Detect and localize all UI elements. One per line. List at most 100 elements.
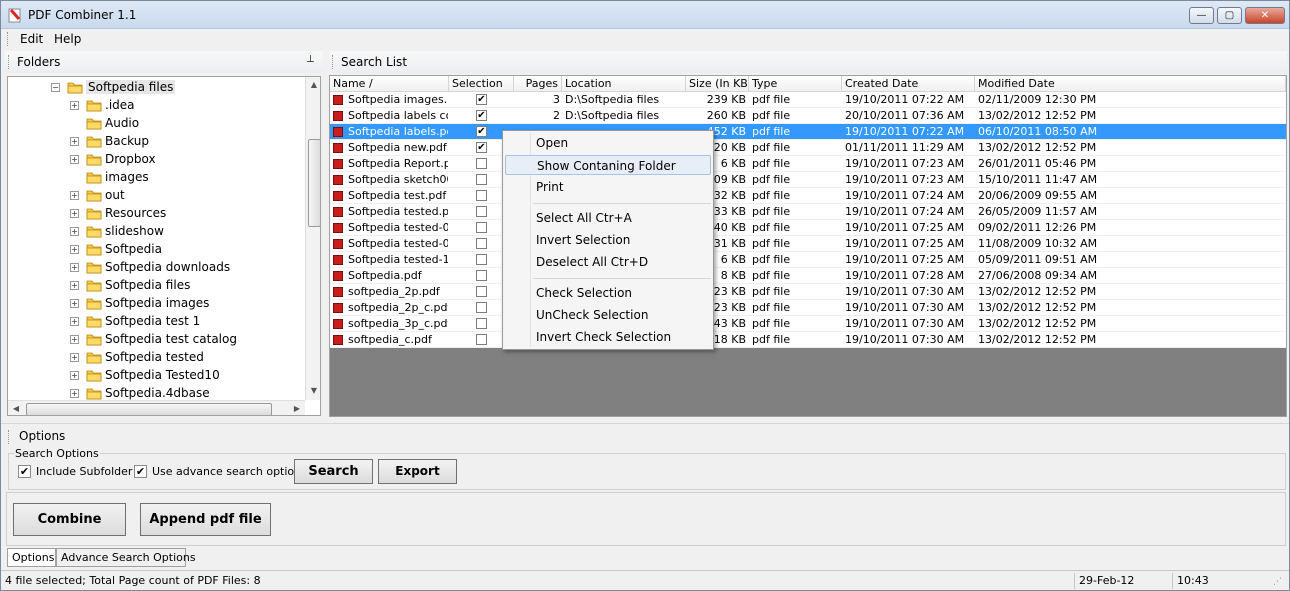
expand-icon[interactable]: + xyxy=(70,281,79,290)
row-selection-checkbox[interactable]: ✔ xyxy=(476,110,487,121)
column-header-location[interactable]: Location xyxy=(562,76,686,92)
row-selection-checkbox[interactable] xyxy=(476,270,487,281)
resize-grip-icon[interactable]: ⋰ xyxy=(1269,575,1285,589)
file-grid[interactable]: Name / Selection Pages Location Size (In… xyxy=(329,75,1287,417)
column-header-name[interactable]: Name / xyxy=(330,76,449,92)
context-menu-item[interactable]: Open xyxy=(505,133,711,153)
tree-vertical-scrollbar[interactable]: ▲ ▼ xyxy=(305,77,320,400)
row-selection-checkbox[interactable] xyxy=(476,254,487,265)
column-header-created[interactable]: Created Date xyxy=(842,76,975,92)
context-menu-item[interactable]: Check Selection xyxy=(505,283,711,303)
expand-icon[interactable]: + xyxy=(70,317,79,326)
expand-icon[interactable]: + xyxy=(70,155,79,164)
row-selection-checkbox[interactable] xyxy=(476,286,487,297)
tree-item[interactable]: Audio xyxy=(8,115,305,133)
scroll-right-icon[interactable]: ▶ xyxy=(289,401,305,415)
tree-item[interactable]: + Softpedia test 1 xyxy=(8,313,305,331)
expand-icon[interactable]: + xyxy=(70,389,79,398)
row-selection-checkbox[interactable] xyxy=(476,158,487,169)
context-menu-item[interactable]: Show Contaning Folder xyxy=(505,155,711,175)
row-selection-checkbox[interactable] xyxy=(476,318,487,329)
append-pdf-button[interactable]: Append pdf file xyxy=(140,503,271,536)
expand-icon[interactable]: + xyxy=(70,101,79,110)
scroll-left-icon[interactable]: ◀ xyxy=(8,401,24,415)
table-row[interactable]: softpedia_c.pdf 318 KB pdf file 19/10/2011 … xyxy=(330,332,1286,348)
tree-horizontal-scrollbar[interactable]: ◀ ▶ xyxy=(8,400,305,415)
column-header-type[interactable]: Type xyxy=(749,76,842,92)
tree-item[interactable]: + Softpedia tested xyxy=(8,349,305,367)
pin-icon[interactable]: ⊥ xyxy=(306,54,315,65)
tree-item[interactable]: + Softpedia downloads xyxy=(8,259,305,277)
scroll-down-icon[interactable]: ▼ xyxy=(306,383,320,399)
scroll-thumb-horizontal[interactable] xyxy=(26,403,272,415)
table-row[interactable]: Softpedia.pdf 8 KB pdf file 19/10/2011 07:2… xyxy=(330,268,1286,284)
tree-item[interactable]: + Softpedia xyxy=(8,241,305,259)
table-row[interactable]: Softpedia tested.pdf233 KBpdf file19/10/… xyxy=(330,204,1286,220)
tab-options[interactable]: Options xyxy=(7,548,56,567)
folder-tree[interactable]: − Softpedia files + .idea Audio + Backup + Dropb… xyxy=(7,76,321,416)
table-row[interactable]: softpedia_2p_c.pdf 223 KB pdf file 19/10/20… xyxy=(330,300,1286,316)
row-selection-checkbox[interactable] xyxy=(476,334,487,345)
table-row[interactable]: Softpedia tested-1.pc6 KBpdf file19/10/2… xyxy=(330,252,1286,268)
column-header-selection[interactable]: Selection xyxy=(449,76,514,92)
table-row[interactable]: Softpedia tested-000240 KBpdf file19/10/… xyxy=(330,220,1286,236)
expand-icon[interactable]: + xyxy=(70,137,79,146)
tree-item[interactable]: − Softpedia files xyxy=(8,79,305,97)
tree-item[interactable]: + out xyxy=(8,187,305,205)
table-row[interactable]: Softpedia test.pdf 232 KB pdf file 19/10/20… xyxy=(330,188,1286,204)
row-selection-checkbox[interactable] xyxy=(476,190,487,201)
column-header-pages[interactable]: Pages xyxy=(514,76,562,92)
table-row[interactable]: Softpedia images.pdf 3 D:\Softpedia files 2… xyxy=(330,92,1286,108)
context-menu-item[interactable]: Invert Selection xyxy=(505,230,711,250)
row-selection-checkbox[interactable] xyxy=(476,238,487,249)
tree-item[interactable]: + Backup xyxy=(8,133,305,151)
tree-item[interactable]: + .idea xyxy=(8,97,305,115)
tree-item[interactable]: + Softpedia files xyxy=(8,277,305,295)
expand-icon[interactable]: + xyxy=(70,299,79,308)
table-row[interactable]: Softpedia new.pdf 20 KB pdf file 01/11/2011… xyxy=(330,140,1286,156)
title-bar[interactable]: PDF Combiner 1.1 — ▢ ✕ xyxy=(1,1,1289,29)
tree-item[interactable]: + Dropbox xyxy=(8,151,305,169)
column-header-modified[interactable]: Modified Date xyxy=(975,76,1286,92)
context-menu-item[interactable]: Print xyxy=(505,177,711,197)
row-selection-checkbox[interactable] xyxy=(476,302,487,313)
maximize-button[interactable]: ▢ xyxy=(1217,7,1242,24)
search-button[interactable]: Search xyxy=(294,459,373,484)
tab-advance-search-options[interactable]: Advance Search Options xyxy=(56,548,196,567)
table-row[interactable]: Softpedia sketch00009 KBpdf file19/10/20… xyxy=(330,172,1286,188)
context-menu-item[interactable]: UnCheck Selection xyxy=(505,305,711,325)
menu-help[interactable]: Help xyxy=(54,32,81,46)
expand-icon[interactable]: + xyxy=(70,335,79,344)
advance-search-label[interactable]: Use advance search options xyxy=(152,465,307,478)
table-row[interactable]: softpedia_3p_c.pdf 43 KB pdf file 19/10/201… xyxy=(330,316,1286,332)
tree-item[interactable]: + slideshow xyxy=(8,223,305,241)
context-menu-item[interactable]: Deselect All Ctr+D xyxy=(505,252,711,272)
row-selection-checkbox[interactable] xyxy=(476,222,487,233)
expand-icon[interactable]: + xyxy=(70,227,79,236)
row-selection-checkbox[interactable]: ✔ xyxy=(476,142,487,153)
combine-button[interactable]: Combine xyxy=(13,503,126,536)
row-selection-checkbox[interactable] xyxy=(476,174,487,185)
table-row[interactable]: Softpedia Report.pdf6 KBpdf file19/10/20… xyxy=(330,156,1286,172)
include-subfolder-checkbox[interactable]: ✔ xyxy=(18,465,31,478)
tree-item[interactable]: + Resources xyxy=(8,205,305,223)
export-button[interactable]: Export xyxy=(378,459,457,484)
row-selection-checkbox[interactable] xyxy=(476,206,487,217)
table-row[interactable]: softpedia_2p.pdf 223 KB pdf file 19/10/2011… xyxy=(330,284,1286,300)
tree-item[interactable]: + Softpedia images xyxy=(8,295,305,313)
expand-icon[interactable]: + xyxy=(70,191,79,200)
scroll-thumb-vertical[interactable] xyxy=(308,139,320,227)
context-menu-item[interactable]: Invert Check Selection xyxy=(505,327,711,347)
expand-icon[interactable]: + xyxy=(70,245,79,254)
tree-item[interactable]: + Softpedia Tested10 xyxy=(8,367,305,385)
expand-icon[interactable]: + xyxy=(70,353,79,362)
minimize-button[interactable]: — xyxy=(1189,7,1214,24)
advance-search-checkbox[interactable]: ✔ xyxy=(134,465,147,478)
close-button[interactable]: ✕ xyxy=(1245,7,1285,24)
menu-edit[interactable]: Edit xyxy=(20,32,43,46)
row-selection-checkbox[interactable]: ✔ xyxy=(476,126,487,137)
expand-icon[interactable]: + xyxy=(70,371,79,380)
tree-item[interactable]: + Softpedia test catalog xyxy=(8,331,305,349)
expand-icon[interactable]: + xyxy=(70,263,79,272)
expand-icon[interactable]: + xyxy=(70,209,79,218)
